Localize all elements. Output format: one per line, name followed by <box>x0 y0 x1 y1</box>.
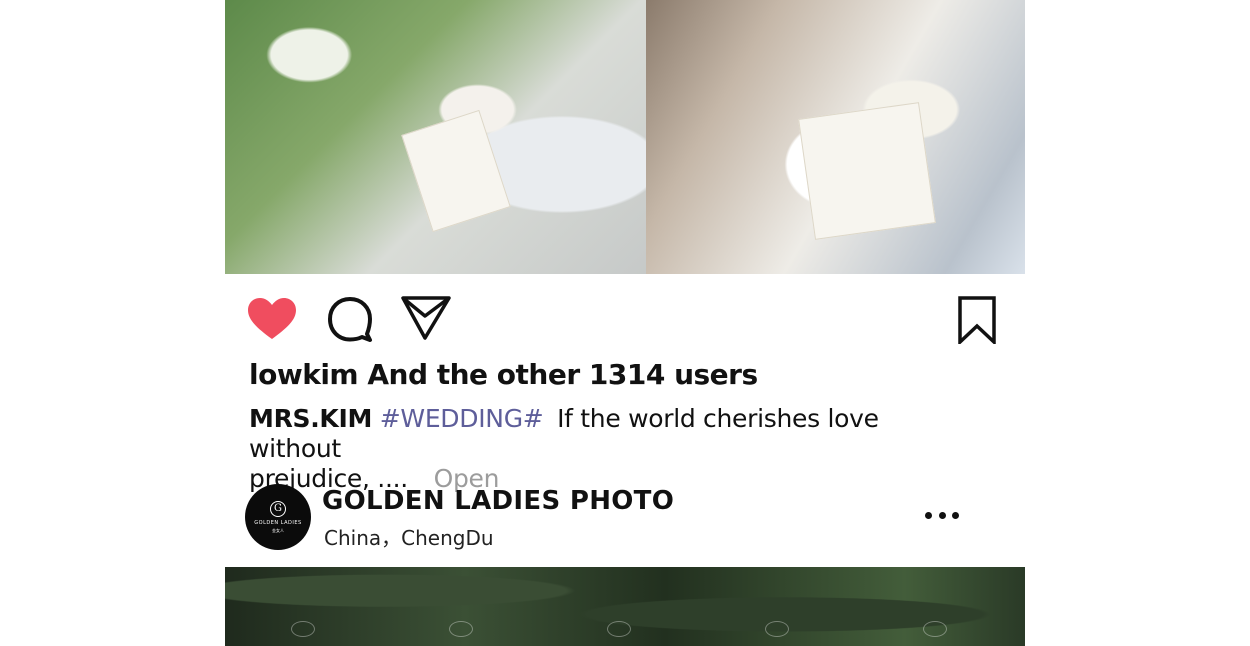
account-name[interactable]: GOLDEN LADIES PHOTO <box>322 486 674 516</box>
account-row: G GOLDEN LADIES 金女人 GOLDEN LADIES PHOTO … <box>245 484 985 550</box>
ellipsis-icon <box>952 511 959 519</box>
post-caption: MRS.KIM #WEDDING# If the world cherishes… <box>249 404 949 494</box>
watermark-logo <box>607 621 631 637</box>
ellipsis-icon <box>925 511 932 519</box>
save-button[interactable] <box>957 294 997 346</box>
post-photo-grid[interactable] <box>225 0 1025 274</box>
paper-plane-icon <box>401 296 451 340</box>
avatar-monogram: G <box>270 500 286 517</box>
comment-button[interactable] <box>325 296 375 342</box>
like-button[interactable] <box>247 296 297 342</box>
share-button[interactable] <box>400 294 452 342</box>
watermark-logo <box>449 621 473 637</box>
ellipsis-icon <box>938 511 946 519</box>
post-photo-couple[interactable] <box>225 0 646 274</box>
likes-count[interactable]: lowkim And the other 1314 users <box>249 358 758 391</box>
post-photo-bouquet[interactable] <box>646 0 1025 274</box>
speech-bubble-icon <box>328 297 372 342</box>
watermark-logo <box>291 621 315 637</box>
bookmark-icon <box>958 296 996 344</box>
post-action-bar <box>225 286 1025 352</box>
account-location[interactable]: China，ChengDu <box>324 522 494 551</box>
post-card: lowkim And the other 1314 users MRS.KIM … <box>225 0 1025 646</box>
watermark-logo <box>923 621 947 637</box>
heart-filled-icon <box>248 298 296 339</box>
avatar-brand-cn: 金女人 <box>272 527 284 533</box>
next-post-photo[interactable] <box>225 567 1025 646</box>
caption-author[interactable]: MRS.KIM <box>249 404 372 433</box>
avatar-brand: GOLDEN LADIES <box>254 519 302 526</box>
watermark-logo <box>765 621 789 637</box>
avatar[interactable]: G GOLDEN LADIES 金女人 <box>245 484 311 550</box>
caption-hashtag[interactable]: #WEDDING# <box>380 404 544 433</box>
more-options-button[interactable] <box>925 504 959 526</box>
